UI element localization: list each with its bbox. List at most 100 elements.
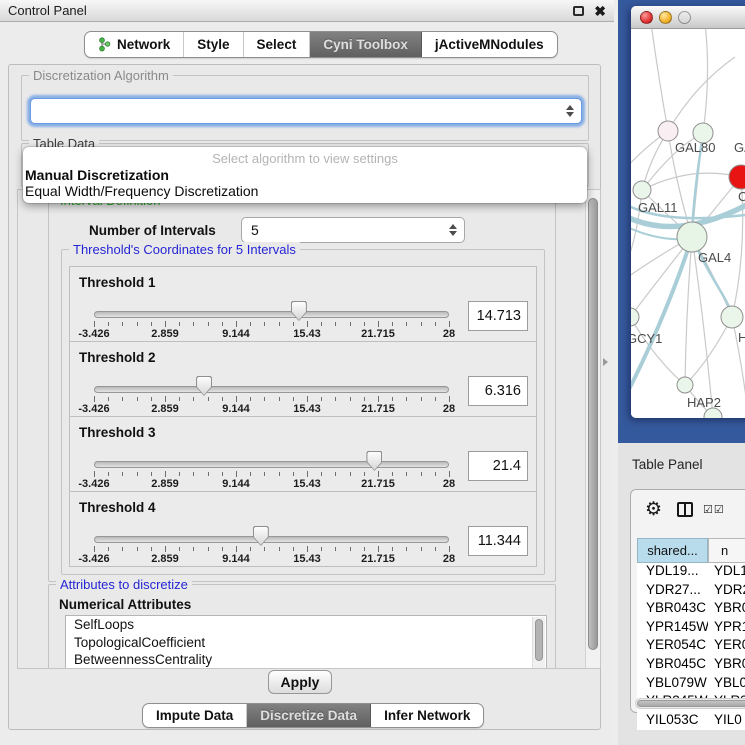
network-canvas[interactable]: GAL80GAGAL11CGAL4GCY1HHAP2: [631, 29, 745, 418]
threshold-slider-thumb[interactable]: [366, 451, 382, 471]
network-edge[interactable]: [631, 237, 692, 401]
attribute-item-betweennesscentrality[interactable]: BetweennessCentrality: [66, 651, 546, 669]
threshold-slider-thumb[interactable]: [291, 301, 307, 321]
table-row[interactable]: YIL053CYIL0: [637, 712, 745, 731]
settings-scrollbar-thumb[interactable]: [588, 198, 598, 650]
column-layout-icon[interactable]: [677, 502, 693, 517]
tick-mark: [179, 322, 180, 326]
table-column-header-0[interactable]: shared...: [637, 538, 708, 563]
tick-mark: [321, 397, 322, 401]
tick-mark: [108, 322, 109, 326]
tick-mark: [392, 397, 393, 401]
tick-mark: [137, 322, 138, 326]
dropdown-option-equal-width-frequency-discretization[interactable]: Equal Width/Frequency Discretization: [23, 183, 587, 199]
tick-mark: [406, 547, 407, 551]
threshold-value-field[interactable]: 11.344: [468, 526, 528, 556]
close-icon[interactable]: ✖: [594, 4, 606, 18]
tick-mark: [321, 322, 322, 326]
network-node-gal4[interactable]: [677, 222, 707, 252]
table-horizontal-scrollbar[interactable]: [635, 698, 745, 709]
tab-label: Style: [197, 37, 229, 52]
tab-cyni-toolbox[interactable]: Cyni Toolbox: [310, 32, 422, 57]
threshold-slider-track[interactable]: [94, 311, 449, 318]
tick-mark: [264, 547, 265, 551]
algorithm-select[interactable]: [30, 98, 582, 124]
table-row[interactable]: YER054CYER0: [637, 637, 745, 656]
select-columns-icon[interactable]: ☑☑: [703, 503, 725, 516]
table-row[interactable]: YBL079WYBL0: [637, 675, 745, 694]
table-column-header-1[interactable]: n: [708, 538, 745, 563]
tick-mark: [406, 472, 407, 476]
minimize-traffic-light-icon[interactable]: [659, 11, 672, 24]
tick-label: 2.859: [151, 478, 179, 490]
threshold-label: Threshold 4: [79, 500, 156, 515]
tab-label: Select: [257, 37, 297, 52]
tick-mark: [279, 547, 280, 551]
node-label-gal11: GAL11: [638, 200, 678, 215]
tick-mark: [151, 547, 152, 551]
tick-mark: [193, 547, 194, 551]
attribute-item-selfloops[interactable]: SelfLoops: [66, 616, 546, 634]
table-row[interactable]: YPR145WYPR1: [637, 619, 745, 638]
threshold-value-field[interactable]: 14.713: [468, 301, 528, 331]
node-label-hap2: HAP2: [687, 395, 721, 410]
tab-select[interactable]: Select: [244, 32, 311, 57]
tick-mark: [421, 547, 422, 551]
tab-impute-data[interactable]: Impute Data: [143, 704, 247, 727]
network-node-gal11[interactable]: [633, 181, 651, 199]
table-row[interactable]: YDL19...YDL1: [637, 563, 745, 582]
tick-label: 9.144: [222, 328, 250, 340]
network-view-window[interactable]: GAL80GAGAL11CGAL4GCY1HHAP2: [631, 6, 745, 418]
tick-mark: [435, 547, 436, 551]
threshold-slider-track[interactable]: [94, 386, 449, 393]
tab-network[interactable]: Network: [85, 32, 184, 57]
threshold-slider-thumb[interactable]: [196, 376, 212, 396]
table-row[interactable]: YBR045CYBR0: [637, 656, 745, 675]
settings-gear-icon[interactable]: ⚙: [645, 498, 662, 521]
threshold-value-field[interactable]: 6.316: [468, 376, 528, 406]
network-node-h[interactable]: [721, 306, 743, 328]
settings-scrollbar[interactable]: [585, 190, 600, 668]
tick-mark: [122, 322, 123, 326]
network-edge[interactable]: [642, 173, 741, 190]
network-node-hap2[interactable]: [677, 377, 693, 393]
tick-mark: [435, 322, 436, 326]
apply-button[interactable]: Apply: [268, 670, 332, 694]
threshold-slider-thumb[interactable]: [253, 526, 269, 546]
tick-mark: [350, 547, 351, 551]
tick-label: 21.715: [361, 403, 395, 415]
tab-jactivemnodules[interactable]: jActiveMNodules: [422, 32, 557, 57]
numerical-attributes-list[interactable]: SelfLoopsTopologicalCoefficientBetweenne…: [65, 615, 547, 669]
tick-mark: [179, 397, 180, 401]
number-of-intervals-select[interactable]: 5: [241, 217, 465, 243]
network-edge[interactable]: [668, 57, 735, 131]
attribute-item-topologicalcoefficient[interactable]: TopologicalCoefficient: [66, 634, 546, 652]
tab-infer-network[interactable]: Infer Network: [371, 704, 483, 727]
network-node[interactable]: [729, 165, 745, 189]
tick-mark: [378, 471, 379, 477]
algorithm-dropdown-popup: Select algorithm to view settings Manual…: [23, 147, 587, 203]
tick-mark: [321, 472, 322, 476]
network-edge[interactable]: [703, 29, 708, 133]
network-node-gcy1[interactable]: [631, 308, 639, 326]
dropdown-option-manual-discretization[interactable]: Manual Discretization: [23, 167, 587, 183]
tab-style[interactable]: Style: [184, 32, 243, 57]
threshold-slider-track[interactable]: [94, 461, 449, 468]
splitter-collapse-handle[interactable]: [603, 358, 608, 366]
cyni-bottom-tabbar: Impute DataDiscretize DataInfer Network: [142, 703, 484, 728]
network-edge[interactable]: [651, 29, 668, 131]
attributes-scrollbar[interactable]: [532, 617, 545, 669]
attributes-scrollbar-thumb[interactable]: [535, 619, 543, 661]
table-horizontal-scrollbar-thumb[interactable]: [637, 700, 745, 707]
threshold-value-field[interactable]: 21.4: [468, 451, 528, 481]
close-traffic-light-icon[interactable]: [640, 11, 653, 24]
table-row[interactable]: YBR043CYBR0: [637, 600, 745, 619]
tick-mark: [193, 397, 194, 401]
network-node-gal80[interactable]: [658, 121, 678, 141]
table-row[interactable]: YDR27...YDR2: [637, 582, 745, 601]
float-window-icon[interactable]: [573, 6, 584, 16]
threshold-slider-track[interactable]: [94, 536, 449, 543]
tab-discretize-data[interactable]: Discretize Data: [247, 704, 371, 727]
zoom-traffic-light-icon[interactable]: [678, 11, 691, 24]
tick-mark: [137, 547, 138, 551]
